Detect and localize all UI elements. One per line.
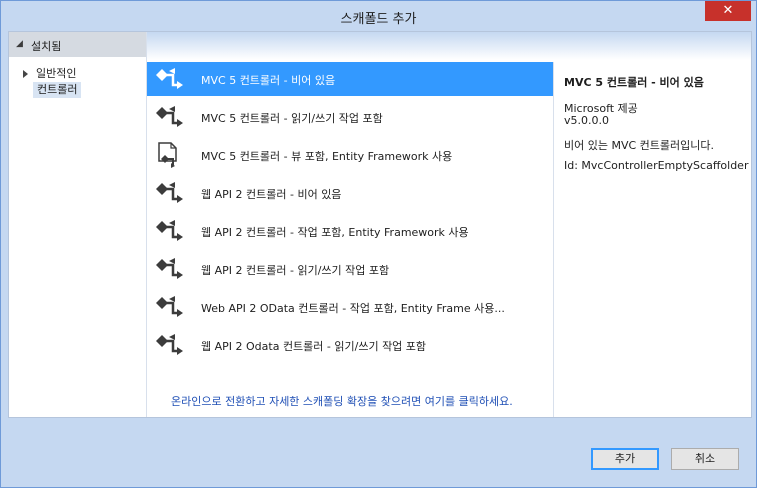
scaffold-item[interactable]: MVC 5 컨트롤러 - 비어 있음 bbox=[147, 62, 553, 96]
mvc-controller-icon bbox=[153, 293, 185, 321]
details-title: MVC 5 컨트롤러 - 비어 있음 bbox=[564, 76, 704, 89]
expanded-triangle-icon: ◢ bbox=[16, 39, 23, 49]
tree-item-common[interactable]: 일반적인 bbox=[23, 65, 76, 81]
tree-item-controller-label: 컨트롤러 bbox=[37, 83, 78, 96]
add-button[interactable]: 추가 bbox=[591, 448, 659, 470]
tree-item-common-label: 일반적인 bbox=[36, 67, 77, 80]
tree-item-controller[interactable]: 컨트롤러 bbox=[33, 82, 82, 98]
scaffold-item-label: MVC 5 컨트롤러 - 뷰 포함, Entity Framework 사용 bbox=[201, 150, 453, 163]
scaffold-item[interactable]: 웹 API 2 컨트롤러 - 작업 포함, Entity Framework 사… bbox=[147, 214, 553, 248]
title-bar: 스캐폴드 추가 ✕ bbox=[1, 1, 756, 31]
close-icon: ✕ bbox=[722, 3, 734, 18]
scaffold-item[interactable]: 웹 API 2 컨트롤러 - 읽기/쓰기 작업 포함 bbox=[147, 252, 553, 286]
scaffold-item[interactable]: MVC 5 컨트롤러 - 뷰 포함, Entity Framework 사용 bbox=[147, 138, 553, 172]
scaffold-item-label: 웹 API 2 컨트롤러 - 작업 포함, Entity Framework 사… bbox=[201, 226, 469, 239]
installed-header-label: 설치됨 bbox=[31, 40, 62, 53]
scaffold-item[interactable]: Web API 2 OData 컨트롤러 - 작업 포함, Entity Fra… bbox=[147, 290, 553, 324]
scaffold-item[interactable]: 웹 API 2 컨트롤러 - 비어 있음 bbox=[147, 176, 553, 210]
scaffold-item[interactable]: 웹 API 2 Odata 컨트롤러 - 읽기/쓰기 작업 포함 bbox=[147, 328, 553, 362]
details-description: 비어 있는 MVC 컨트롤러입니다. bbox=[564, 139, 715, 152]
scaffold-item[interactable]: MVC 5 컨트롤러 - 읽기/쓰기 작업 포함 bbox=[147, 100, 553, 134]
mvc-controller-icon bbox=[153, 103, 185, 131]
scaffold-item-label: MVC 5 컨트롤러 - 읽기/쓰기 작업 포함 bbox=[201, 112, 383, 125]
mvc-controller-icon bbox=[153, 65, 185, 93]
mvc-controller-icon bbox=[153, 331, 185, 359]
scaffold-item-label: 웹 API 2 컨트롤러 - 비어 있음 bbox=[201, 188, 342, 201]
mvc-controller-icon bbox=[153, 255, 185, 283]
details-id: Id: MvcControllerEmptyScaffolder bbox=[564, 159, 749, 172]
cancel-button[interactable]: 취소 bbox=[671, 448, 739, 470]
scaffold-dialog: 스캐폴드 추가 ✕ ◢ 설치됨 일반적인 컨트롤러 MVC 5 컨트롤러 - 비… bbox=[0, 0, 757, 488]
category-tree-panel: ◢ 설치됨 일반적인 컨트롤러 bbox=[9, 32, 147, 417]
close-button[interactable]: ✕ bbox=[705, 1, 751, 21]
details-version: v5.0.0.0 bbox=[564, 114, 609, 127]
online-extensions-link[interactable]: 온라인으로 전환하고 자세한 스캐폴딩 확장을 찾으려면 여기를 클릭하세요. bbox=[171, 393, 513, 409]
header-gradient bbox=[147, 32, 751, 60]
mvc-views-icon bbox=[153, 141, 185, 169]
mvc-controller-icon bbox=[153, 217, 185, 245]
scaffold-item-label: Web API 2 OData 컨트롤러 - 작업 포함, Entity Fra… bbox=[201, 302, 505, 315]
dialog-title: 스캐폴드 추가 bbox=[340, 12, 417, 27]
scaffold-item-label: 웹 API 2 Odata 컨트롤러 - 읽기/쓰기 작업 포함 bbox=[201, 340, 427, 353]
installed-header[interactable]: ◢ 설치됨 bbox=[9, 32, 146, 57]
scaffold-item-label: 웹 API 2 컨트롤러 - 읽기/쓰기 작업 포함 bbox=[201, 264, 390, 277]
mvc-controller-icon bbox=[153, 179, 185, 207]
collapsed-triangle-icon bbox=[23, 70, 28, 78]
scaffold-item-label: MVC 5 컨트롤러 - 비어 있음 bbox=[201, 74, 336, 87]
details-panel: MVC 5 컨트롤러 - 비어 있음 Microsoft 제공 v5.0.0.0… bbox=[553, 62, 752, 417]
dialog-body: ◢ 설치됨 일반적인 컨트롤러 MVC 5 컨트롤러 - 비어 있음 MVC 5 … bbox=[8, 31, 752, 418]
